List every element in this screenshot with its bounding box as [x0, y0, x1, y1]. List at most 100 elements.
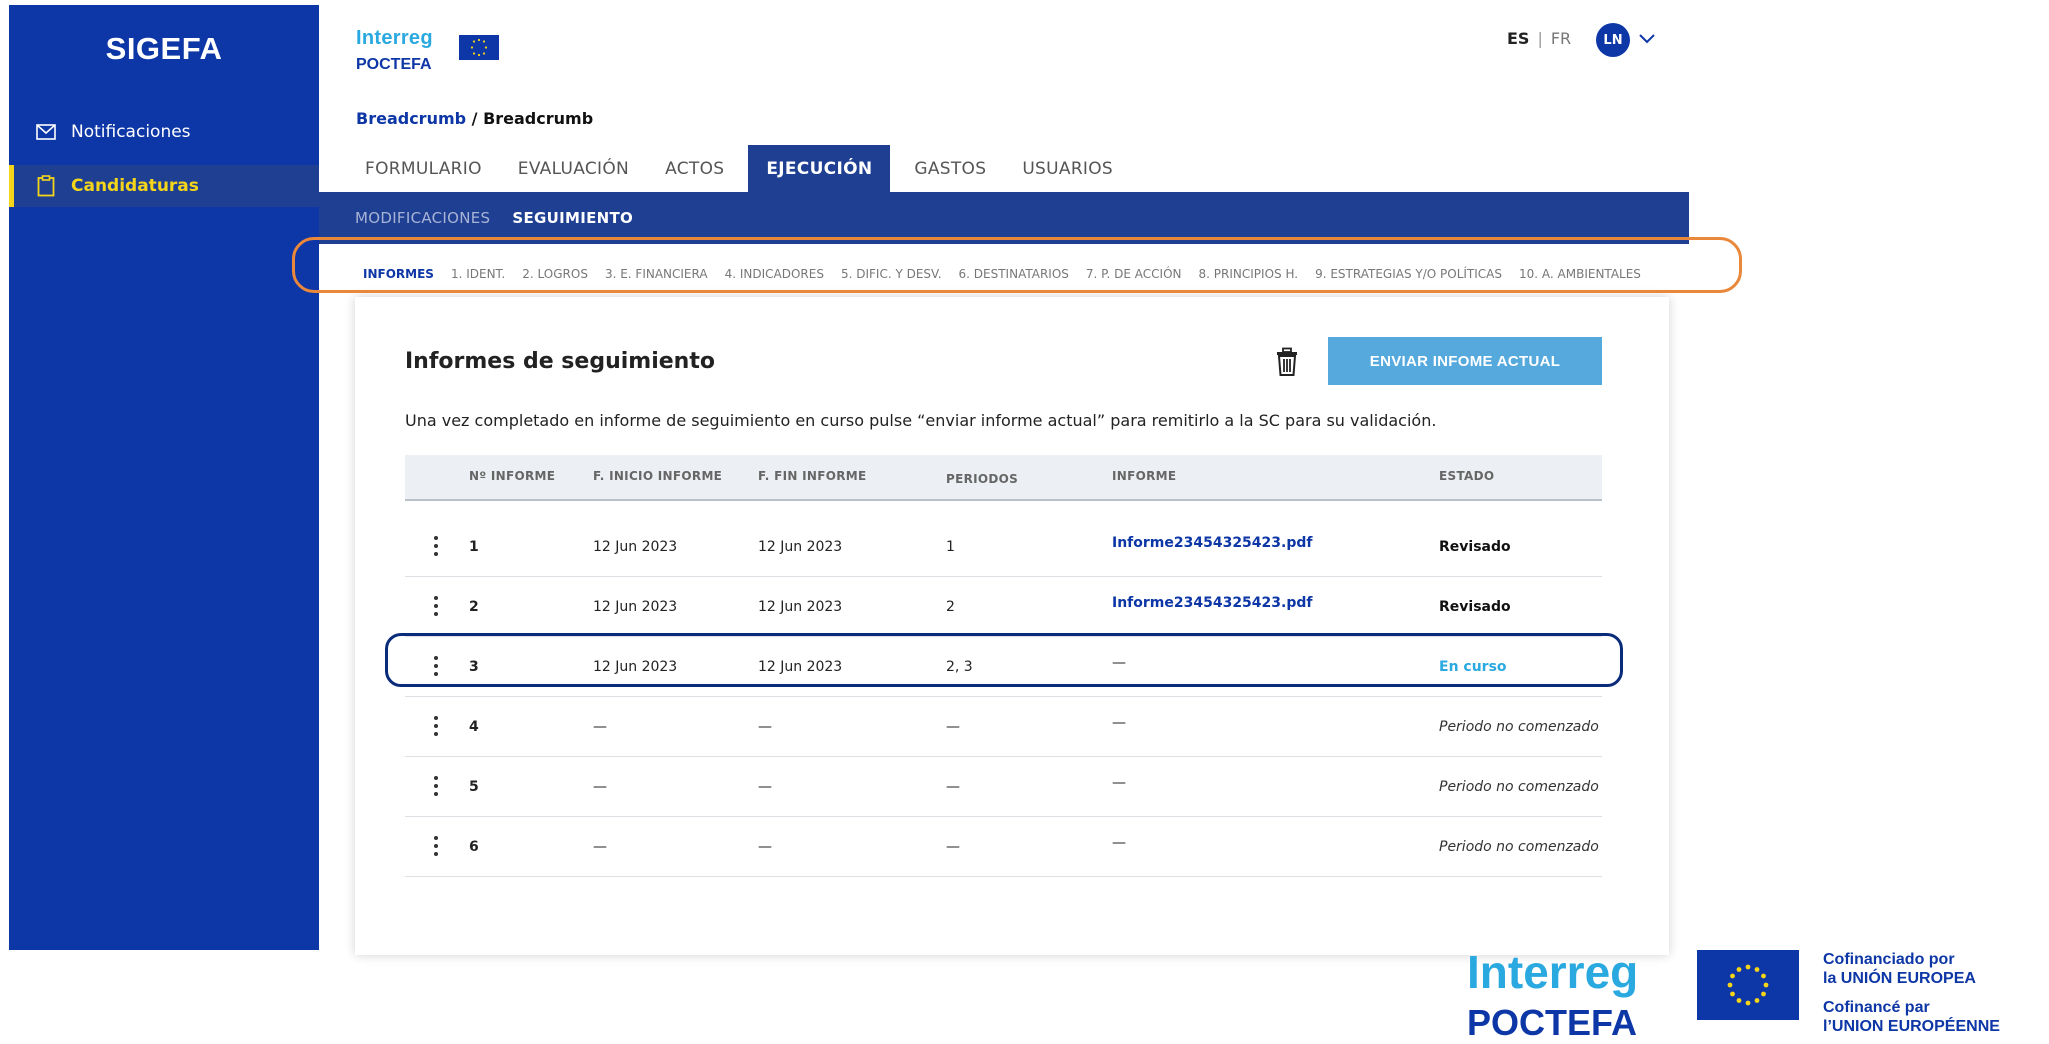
- subnav-modificaciones[interactable]: MODIFICACIONES: [355, 209, 490, 227]
- row-estado: Periodo no comenzado: [1439, 779, 1599, 795]
- kebab-menu-icon[interactable]: [433, 535, 439, 557]
- row-fin: —: [758, 719, 772, 735]
- logo-interreg-text: Interreg: [356, 27, 433, 49]
- kebab-menu-icon[interactable]: [433, 835, 439, 857]
- row-inicio: 12 Jun 2023: [593, 599, 678, 615]
- cof-fr-line-1: Cofinancé par: [1823, 999, 1930, 1016]
- tab-actos[interactable]: ACTOS: [647, 145, 742, 192]
- lang-es-option[interactable]: ES: [1507, 29, 1529, 48]
- tab-gastos[interactable]: GASTOS: [896, 145, 1004, 192]
- table-row[interactable]: 4 — — — — Periodo no comenzado: [405, 697, 1602, 757]
- row-inicio: 12 Jun 2023: [593, 539, 678, 555]
- row-num: 6: [469, 839, 479, 855]
- tab-evaluacion[interactable]: EVALUACIÓN: [500, 145, 647, 192]
- row-informe-link[interactable]: Informe23454325423.pdf: [1112, 535, 1312, 551]
- steps-nav: INFORMES 1. IDENT. 2. LOGROS 3. E. FINAN…: [363, 267, 1658, 281]
- step-indicadores[interactable]: 4. INDICADORES: [725, 267, 824, 281]
- interreg-footer-logo: Interreg POCTEFA: [1467, 948, 1638, 1044]
- row-informe-link[interactable]: Informe23454325423.pdf: [1112, 595, 1312, 611]
- subnav-seguimiento[interactable]: SEGUIMIENTO: [512, 209, 633, 227]
- subnav: MODIFICACIONES SEGUIMIENTO: [319, 192, 1689, 244]
- main-tabs: FORMULARIO EVALUACIÓN ACTOS EJECUCIÓN GA…: [347, 145, 1131, 192]
- step-logros[interactable]: 2. LOGROS: [522, 267, 588, 281]
- col-informe: INFORME: [1112, 469, 1177, 483]
- row-fin: —: [758, 839, 772, 855]
- row-inicio: —: [593, 779, 607, 795]
- col-num: Nº INFORME: [469, 469, 556, 483]
- clipboard-icon: [35, 175, 57, 197]
- kebab-menu-icon[interactable]: [433, 775, 439, 797]
- tab-ejecucion[interactable]: EJECUCIÓN: [748, 145, 891, 192]
- row-num: 1: [469, 539, 479, 555]
- send-report-button[interactable]: ENVIAR INFOME ACTUAL: [1328, 337, 1602, 385]
- sidebar: SIGEFA Notificaciones Candidaturas: [9, 5, 319, 950]
- table-row[interactable]: 5 — — — — Periodo no comenzado: [405, 757, 1602, 817]
- table-row[interactable]: 1 12 Jun 2023 12 Jun 2023 1 Informe23454…: [405, 517, 1602, 577]
- step-ambientales[interactable]: 10. A. AMBIENTALES: [1519, 267, 1641, 281]
- row-estado: Periodo no comenzado: [1439, 839, 1599, 855]
- step-plan-accion[interactable]: 7. P. DE ACCIÓN: [1086, 267, 1182, 281]
- step-destinatarios[interactable]: 6. DESTINATARIOS: [959, 267, 1069, 281]
- row-informe: —: [1112, 775, 1126, 791]
- breadcrumb-current: Breadcrumb: [483, 109, 594, 128]
- step-principios[interactable]: 8. PRINCIPIOS H.: [1199, 267, 1299, 281]
- table-header: Nº INFORME F. INICIO INFORME F. FIN INFO…: [405, 455, 1602, 501]
- row-estado: Periodo no comenzado: [1439, 719, 1599, 735]
- step-informes[interactable]: INFORMES: [363, 267, 434, 281]
- cofinanciado-text: Cofinanciado por la UNIÓN EUROPEA Cofina…: [1823, 950, 2000, 1036]
- lang-fr-option[interactable]: FR: [1551, 29, 1571, 48]
- col-periodos: PERIODOS: [946, 472, 1019, 486]
- tab-formulario[interactable]: FORMULARIO: [347, 145, 500, 192]
- table-row[interactable]: 6 — — — — Periodo no comenzado: [405, 817, 1602, 877]
- row-num: 3: [469, 659, 479, 675]
- step-financiera[interactable]: 3. E. FINANCIERA: [605, 267, 708, 281]
- eu-flag-icon: [459, 35, 499, 60]
- sidebar-item-label: Candidaturas: [71, 176, 199, 196]
- chevron-down-icon[interactable]: [1637, 28, 1657, 48]
- mail-icon: [35, 121, 57, 143]
- row-fin: —: [758, 779, 772, 795]
- row-estado: Revisado: [1439, 599, 1511, 615]
- kebab-menu-icon[interactable]: [433, 595, 439, 617]
- card-title: Informes de seguimiento: [405, 349, 715, 374]
- step-dificultades[interactable]: 5. DIFIC. Y DESV.: [841, 267, 942, 281]
- row-periodos: 2: [946, 599, 955, 615]
- breadcrumb-separator: /: [466, 109, 484, 128]
- row-informe: —: [1112, 715, 1126, 731]
- row-informe: —: [1112, 835, 1126, 851]
- footer-poctefa-text: POCTEFA: [1467, 1002, 1638, 1043]
- cof-es-line-1: Cofinanciado por: [1823, 951, 1955, 968]
- table-row[interactable]: 3 12 Jun 2023 12 Jun 2023 2, 3 — En curs…: [405, 637, 1602, 697]
- row-periodos: —: [946, 779, 960, 795]
- sidebar-item-notificaciones[interactable]: Notificaciones: [9, 111, 319, 153]
- col-fin: F. FIN INFORME: [758, 469, 867, 483]
- informes-card: Informes de seguimiento ENVIAR INFOME AC…: [355, 297, 1669, 955]
- row-periodos: —: [946, 839, 960, 855]
- row-informe: —: [1112, 655, 1126, 671]
- breadcrumb-link[interactable]: Breadcrumb: [356, 109, 466, 128]
- trash-icon[interactable]: [1275, 347, 1299, 377]
- table-row[interactable]: 2 12 Jun 2023 12 Jun 2023 2 Informe23454…: [405, 577, 1602, 637]
- col-estado: ESTADO: [1439, 469, 1495, 483]
- row-fin: 12 Jun 2023: [758, 539, 843, 555]
- cof-es-line-2: la UNIÓN EUROPEA: [1823, 970, 1976, 987]
- card-description: Una vez completado en informe de seguimi…: [405, 411, 1437, 430]
- kebab-menu-icon[interactable]: [433, 655, 439, 677]
- col-inicio: F. INICIO INFORME: [593, 469, 723, 483]
- lang-separator: |: [1537, 29, 1543, 48]
- row-num: 5: [469, 779, 479, 795]
- logo-poctefa-text: POCTEFA: [356, 56, 432, 73]
- app-brand: SIGEFA: [105, 31, 223, 66]
- user-avatar[interactable]: LN: [1596, 23, 1630, 57]
- tab-usuarios[interactable]: USUARIOS: [1004, 145, 1131, 192]
- kebab-menu-icon[interactable]: [433, 715, 439, 737]
- row-num: 4: [469, 719, 479, 735]
- row-fin: 12 Jun 2023: [758, 659, 843, 675]
- step-estrategias[interactable]: 9. ESTRATEGIAS Y/O POLÍTICAS: [1315, 267, 1502, 281]
- row-estado: En curso: [1439, 659, 1507, 675]
- sidebar-item-candidaturas[interactable]: Candidaturas: [9, 165, 319, 207]
- row-periodos: 1: [946, 539, 955, 555]
- row-estado: Revisado: [1439, 539, 1511, 555]
- step-ident[interactable]: 1. IDENT.: [451, 267, 505, 281]
- row-periodos: 2, 3: [946, 659, 973, 675]
